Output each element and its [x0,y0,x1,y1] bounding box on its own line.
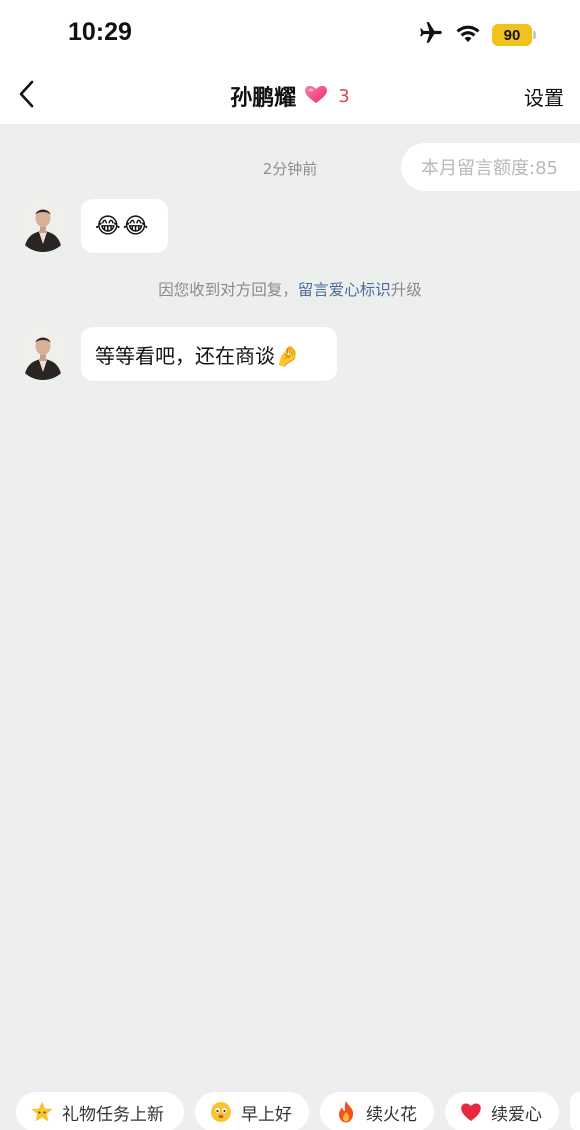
system-message-text: 因您收到对方回复， [158,281,298,299]
airplane-icon [418,20,444,50]
star-face-icon [30,1100,54,1124]
message-timestamp: 2分钟前 [262,160,318,178]
sun-face-icon [209,1100,233,1124]
quick-reply-label: 早上好 [241,1104,292,1125]
quick-reply-streak-heart[interactable]: 续爱心 [445,1092,559,1130]
quick-reply-streak-fire[interactable]: 续火花 [320,1092,434,1130]
heart-count: 3 [338,85,350,107]
quick-reply-more[interactable] [570,1092,580,1130]
quick-reply-bar: 礼物任务上新 早上好 续火花 续爱心 [0,1090,580,1130]
contact-name: 孙鹏耀 [230,86,297,111]
avatar[interactable] [16,326,70,380]
message-text: 😂😂 [95,213,151,239]
wifi-icon [454,22,482,48]
message-bubble[interactable]: 等等看吧，还在商谈🤌 [81,327,337,381]
settings-button[interactable]: 设置 [524,82,564,111]
battery-icon: 90 [492,24,536,46]
chat-title: 孙鹏耀 3 [0,80,580,112]
heart-badge-icon [302,83,330,109]
message-bubble[interactable]: 😂😂 [81,199,168,253]
nav-bar: 孙鹏耀 3 设置 [0,64,580,124]
quick-reply-label: 礼物任务上新 [62,1104,164,1125]
quick-reply-gift-task[interactable]: 礼物任务上新 [16,1092,184,1130]
heart-icon [459,1100,483,1124]
fire-icon [334,1100,358,1124]
message-text: 等等看吧，还在商谈🤌 [95,343,300,368]
heart-level-link[interactable]: 留言爱心标识 [298,281,391,299]
status-bar: 10:29 90 [0,0,580,64]
quick-reply-label: 续火花 [366,1104,417,1125]
avatar[interactable] [16,198,70,252]
system-message-suffix: 升级 [390,281,422,299]
status-time: 10:29 [68,18,132,46]
system-message: 因您收到对方回复，留言爱心标识升级 [0,278,580,300]
battery-level: 90 [492,24,532,46]
quick-reply-good-morning[interactable]: 早上好 [195,1092,309,1130]
quick-reply-label: 续爱心 [491,1104,542,1125]
